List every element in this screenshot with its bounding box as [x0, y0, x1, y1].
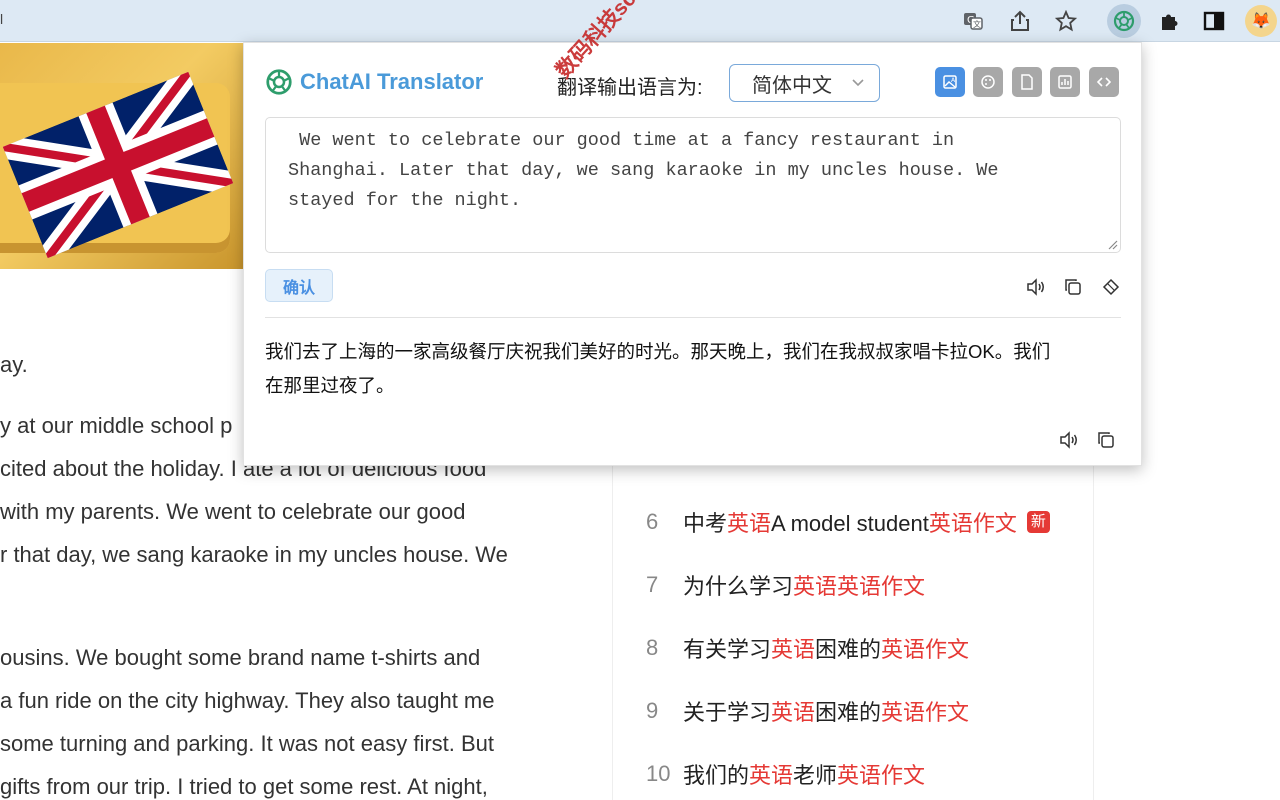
list-item[interactable]: 7 为什么学习英语英语作文	[640, 553, 1080, 616]
result-line: 在那里过夜了。	[265, 375, 395, 396]
chatai-logo-icon	[266, 69, 292, 95]
article-line: r that day, we sang karaoke in my uncles…	[0, 542, 508, 567]
article-link[interactable]: 我们的英语老师英语作文	[683, 758, 925, 790]
code-button[interactable]	[1089, 67, 1119, 97]
article-link[interactable]: 关于学习英语困难的英语作文	[683, 695, 969, 727]
article-line: y at our middle school p	[0, 413, 233, 438]
bookmark-star-icon[interactable]	[1051, 6, 1081, 36]
chatai-extension-icon[interactable]	[1107, 4, 1141, 38]
article-line: a fun ride on the city highway. They als…	[0, 688, 495, 713]
code-icon	[1096, 77, 1112, 87]
rank-number: 7	[646, 571, 659, 597]
rank-number: 8	[646, 634, 659, 660]
article-line: ay.	[0, 352, 28, 377]
output-language-label: 翻译输出语言为:	[557, 77, 703, 99]
chart-icon	[1058, 75, 1072, 89]
document-button[interactable]	[1012, 67, 1042, 97]
rank-number: 6	[646, 508, 659, 534]
rank-number: 10	[646, 760, 671, 786]
copy-source-icon[interactable]	[1061, 275, 1085, 299]
hero-image-uk-flag-key	[0, 43, 244, 269]
selected-language: 简体中文	[752, 74, 832, 97]
article-line: some turning and parking. It was not eas…	[0, 731, 495, 756]
speak-result-icon[interactable]	[1057, 428, 1081, 452]
svg-text:文: 文	[973, 19, 981, 29]
article-line: with my parents. We went to celebrate ou…	[0, 499, 466, 524]
chart-button[interactable]	[1050, 67, 1080, 97]
translator-popup: ChatAI Translator 翻译输出语言为: 简体中文 A We wen…	[243, 42, 1142, 466]
output-language-select[interactable]: 简体中文	[729, 64, 880, 102]
section-divider	[265, 317, 1121, 318]
brand: ChatAI Translator	[264, 67, 483, 97]
translation-result: 我们去了上海的一家高级餐厅庆祝我们美好的时光。那天晚上，我们在我叔叔家唱卡拉OK…	[265, 335, 1125, 403]
article-line: ousins. We bought some brand name t-shir…	[0, 645, 481, 670]
list-item[interactable]: 6 中考英语A model student英语作文新	[640, 490, 1080, 553]
source-line: stayed for the night.	[288, 190, 522, 211]
speak-source-icon[interactable]	[1024, 275, 1048, 299]
sidebar-divider	[612, 465, 613, 800]
address-bar-fragment[interactable]: l	[0, 11, 6, 31]
source-line: Shanghai. Later that day, we sang karaok…	[288, 160, 999, 181]
list-item[interactable]: 10 我们的英语老师英语作文	[640, 742, 1080, 800]
confirm-button[interactable]: 确认	[265, 269, 333, 302]
list-item[interactable]: 9 关于学习英语困难的英语作文	[640, 679, 1080, 742]
source-line: We went to celebrate our good time at a …	[288, 130, 955, 151]
palette-icon	[981, 75, 995, 89]
source-text-input[interactable]: We went to celebrate our good time at a …	[265, 117, 1121, 253]
list-item[interactable]: 8 有关学习英语困难的英语作文	[640, 616, 1080, 679]
copy-result-icon[interactable]	[1094, 428, 1118, 452]
document-icon	[1021, 74, 1033, 90]
translate-icon[interactable]: G文	[958, 6, 988, 36]
chevron-down-icon	[852, 79, 864, 87]
rank-number: 9	[646, 697, 659, 723]
theme-palette-button[interactable]	[973, 67, 1003, 97]
resize-handle-icon[interactable]	[1106, 238, 1118, 250]
related-articles-list: 6 中考英语A model student英语作文新 7 为什么学习英语英语作文 8 有关…	[640, 490, 1080, 800]
article-link[interactable]: 有关学习英语困难的英语作文	[683, 632, 969, 664]
extensions-puzzle-icon[interactable]	[1154, 6, 1184, 36]
article-link[interactable]: 为什么学习英语英语作文	[683, 569, 925, 601]
share-icon[interactable]	[1005, 6, 1035, 36]
profile-avatar[interactable]: 🦊	[1245, 5, 1277, 37]
image-icon: A	[943, 75, 957, 89]
brand-name: ChatAI Translator	[300, 69, 484, 94]
article-link[interactable]: 中考英语A model student英语作文	[683, 506, 1017, 538]
sidebar-divider	[1093, 465, 1094, 800]
article-line: gifts from our trip. I tried to get some…	[0, 774, 488, 799]
image-translate-button[interactable]: A	[935, 67, 965, 97]
sidebar-icon[interactable]	[1199, 6, 1229, 36]
clear-eraser-icon[interactable]	[1099, 275, 1123, 299]
new-badge: 新	[1026, 510, 1050, 533]
result-line: 我们去了上海的一家高级餐厅庆祝我们美好的时光。那天晚上，我们在我叔叔家唱卡拉OK…	[265, 341, 1051, 362]
